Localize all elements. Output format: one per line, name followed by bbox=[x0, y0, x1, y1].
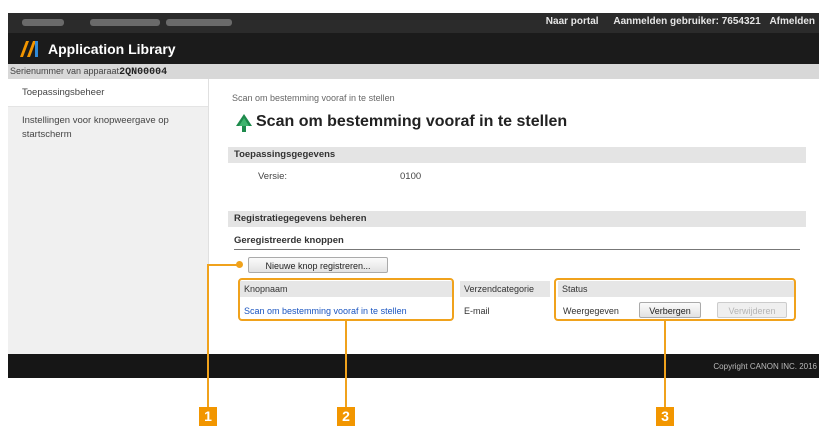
callout-marker-3: 3 bbox=[656, 407, 674, 426]
app-header: Application Library bbox=[8, 33, 819, 64]
sidebar-item-app-management[interactable]: Toepassingsbeheer bbox=[8, 79, 208, 107]
breadcrumb: Scan om bestemming vooraf in te stellen bbox=[232, 93, 395, 103]
sidebar-item-label: Toepassingsbeheer bbox=[22, 87, 105, 98]
top-bar: Naar portal Aanmelden gebruiker: 7654321… bbox=[8, 13, 819, 33]
copyright-text: Copyright CANON INC. 2016 bbox=[713, 362, 817, 371]
footer: Copyright CANON INC. 2016 bbox=[8, 354, 819, 378]
login-user: Aanmelden gebruiker: 7654321 bbox=[613, 16, 761, 27]
page-title: Scan om bestemming vooraf in te stellen bbox=[256, 113, 568, 130]
scan-app-icon bbox=[236, 114, 252, 132]
serial-bar: Serienummer van apparaat2QN00004 bbox=[8, 64, 819, 79]
callout-marker-1: 1 bbox=[199, 407, 217, 426]
callout-leader-line bbox=[664, 320, 666, 407]
callout-leader-line bbox=[207, 264, 209, 407]
divider bbox=[234, 249, 800, 250]
send-category-value: E-mail bbox=[464, 306, 490, 316]
serial-value: 2QN00004 bbox=[119, 67, 168, 78]
callout-leader-line bbox=[345, 320, 347, 407]
highlight-box-status-column bbox=[554, 278, 796, 321]
portal-link[interactable]: Naar portal bbox=[546, 16, 599, 27]
register-new-button[interactable]: Nieuwe knop registreren... bbox=[248, 257, 388, 273]
registered-buttons-label: Geregistreerde knoppen bbox=[234, 235, 344, 246]
sidebar: Toepassingsbeheer Instellingen voor knop… bbox=[8, 79, 209, 354]
blurred-text bbox=[22, 19, 64, 26]
main-content: Scan om bestemming vooraf in te stellen … bbox=[208, 79, 819, 378]
blurred-text bbox=[90, 19, 160, 26]
app-title: Application Library bbox=[48, 41, 176, 57]
sidebar-item-label: Instellingen voor knopweergave op starts… bbox=[22, 115, 169, 140]
sidebar-item-button-display-settings[interactable]: Instellingen voor knopweergave op starts… bbox=[8, 107, 208, 148]
logout-link[interactable]: Afmelden bbox=[769, 16, 815, 27]
version-value: 0100 bbox=[400, 171, 422, 182]
serial-label: Serienummer van apparaat bbox=[10, 66, 120, 76]
column-header-category: Verzendcategorie bbox=[460, 281, 550, 297]
callout-marker-2: 2 bbox=[337, 407, 355, 426]
highlight-box-name-column bbox=[238, 278, 454, 321]
version-label: Versie: bbox=[258, 171, 288, 182]
browser-page: Naar portal Aanmelden gebruiker: 7654321… bbox=[8, 13, 819, 378]
app-logo-icon bbox=[20, 41, 38, 57]
app-info-section-header: Toepassingsgegevens bbox=[228, 147, 806, 163]
callout-leader-line bbox=[207, 264, 239, 266]
registration-section-header: Registratiegegevens beheren bbox=[228, 211, 806, 227]
blurred-text bbox=[166, 19, 232, 26]
